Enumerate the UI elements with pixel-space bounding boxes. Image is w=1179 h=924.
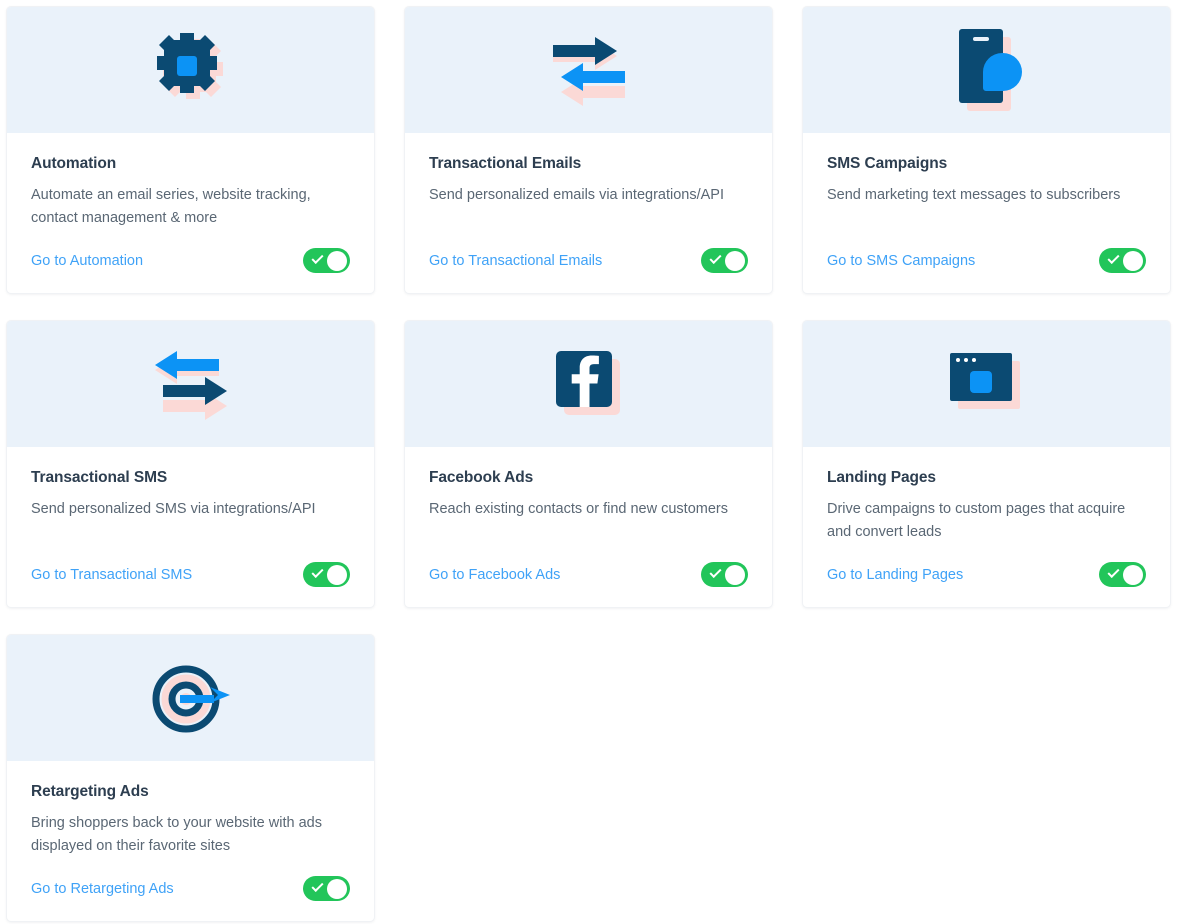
- card-footer: Go to Facebook Ads: [429, 562, 748, 587]
- card-body-sms-campaigns: SMS Campaigns Send marketing text message…: [803, 133, 1170, 293]
- card-media-landing-pages: [803, 321, 1170, 447]
- toggle-knob: [327, 564, 347, 585]
- target-dart-icon: [150, 659, 232, 737]
- card-link-transactional-sms[interactable]: Go to Transactional SMS: [31, 567, 192, 583]
- card-link-facebook-ads[interactable]: Go to Facebook Ads: [429, 567, 560, 583]
- card-media-transactional-emails: [405, 7, 772, 133]
- card-media-sms-campaigns: [803, 7, 1170, 133]
- card-link-sms-campaigns[interactable]: Go to SMS Campaigns: [827, 253, 975, 269]
- card-footer: Go to Automation: [31, 248, 350, 273]
- card-link-automation[interactable]: Go to Automation: [31, 253, 143, 269]
- arrows-exchange-icon: [546, 33, 632, 107]
- card-title: Automation: [31, 155, 117, 172]
- card-title: Facebook Ads: [429, 469, 534, 486]
- card-body-transactional-sms: Transactional SMS Send personalized SMS v…: [7, 447, 374, 607]
- feature-card-sms-campaigns: SMS Campaigns Send marketing text message…: [803, 7, 1170, 293]
- card-media-automation: [7, 7, 374, 133]
- card-footer: Go to Retargeting Ads: [31, 876, 350, 901]
- card-body-automation: Automation Automate an email series, webs…: [7, 133, 374, 293]
- card-title: Retargeting Ads: [31, 783, 149, 800]
- phone-message-icon: [951, 25, 1023, 115]
- toggle-knob: [1123, 564, 1143, 585]
- check-icon: [311, 251, 324, 265]
- card-toggle-sms-campaigns[interactable]: [1099, 248, 1146, 273]
- card-toggle-transactional-emails[interactable]: [701, 248, 748, 273]
- card-description: Automate an email series, website tracki…: [31, 187, 311, 226]
- card-link-retargeting-ads[interactable]: Go to Retargeting Ads: [31, 881, 174, 897]
- arrows-exchange-reverse-icon: [148, 347, 234, 421]
- card-description: Send marketing text messages to subscrib…: [827, 187, 1121, 203]
- card-description: Send personalized emails via integration…: [429, 187, 724, 203]
- check-icon: [709, 251, 722, 265]
- card-title: Transactional SMS: [31, 469, 168, 486]
- check-icon: [709, 565, 722, 579]
- toggle-knob: [725, 564, 745, 585]
- card-footer: Go to Transactional SMS: [31, 562, 350, 587]
- toggle-knob: [725, 250, 745, 271]
- check-icon: [1107, 565, 1120, 579]
- feature-card-retargeting-ads: Retargeting Ads Bring shoppers back to yo…: [7, 635, 374, 921]
- card-title: Landing Pages: [827, 469, 936, 486]
- card-toggle-facebook-ads[interactable]: [701, 562, 748, 587]
- card-toggle-landing-pages[interactable]: [1099, 562, 1146, 587]
- card-footer: Go to Transactional Emails: [429, 248, 748, 273]
- card-description: Reach existing contacts or find new cust…: [429, 501, 728, 517]
- browser-window-icon: [946, 349, 1028, 419]
- card-media-retargeting-ads: [7, 635, 374, 761]
- card-media-transactional-sms: [7, 321, 374, 447]
- card-footer: Go to Landing Pages: [827, 562, 1146, 587]
- card-body-retargeting-ads: Retargeting Ads Bring shoppers back to yo…: [7, 761, 374, 921]
- card-body-facebook-ads: Facebook Ads Reach existing contacts or f…: [405, 447, 772, 607]
- feature-card-transactional-emails: Transactional Emails Send personalized em…: [405, 7, 772, 293]
- toggle-knob: [1123, 250, 1143, 271]
- check-icon: [1107, 251, 1120, 265]
- check-icon: [311, 879, 324, 893]
- card-title: SMS Campaigns: [827, 155, 948, 172]
- card-body-transactional-emails: Transactional Emails Send personalized em…: [405, 133, 772, 293]
- card-description: Drive campaigns to custom pages that acq…: [827, 501, 1126, 540]
- feature-card-grid: Automation Automate an email series, webs…: [0, 0, 1179, 921]
- card-link-transactional-emails[interactable]: Go to Transactional Emails: [429, 253, 602, 269]
- gear-icon: [154, 33, 228, 107]
- card-body-landing-pages: Landing Pages Drive campaigns to custom p…: [803, 447, 1170, 607]
- feature-card-facebook-ads: Facebook Ads Reach existing contacts or f…: [405, 321, 772, 607]
- check-icon: [311, 565, 324, 579]
- card-description: Bring shoppers back to your website with…: [31, 815, 322, 854]
- card-title: Transactional Emails: [429, 155, 582, 172]
- card-toggle-automation[interactable]: [303, 248, 350, 273]
- feature-card-landing-pages: Landing Pages Drive campaigns to custom p…: [803, 321, 1170, 607]
- card-toggle-retargeting-ads[interactable]: [303, 876, 350, 901]
- toggle-knob: [327, 250, 347, 271]
- card-link-landing-pages[interactable]: Go to Landing Pages: [827, 567, 963, 583]
- card-toggle-transactional-sms[interactable]: [303, 562, 350, 587]
- card-description: Send personalized SMS via integrations/A…: [31, 501, 316, 517]
- feature-card-transactional-sms: Transactional SMS Send personalized SMS v…: [7, 321, 374, 607]
- card-footer: Go to SMS Campaigns: [827, 248, 1146, 273]
- toggle-knob: [327, 878, 347, 899]
- facebook-icon: [550, 345, 628, 423]
- feature-card-automation: Automation Automate an email series, webs…: [7, 7, 374, 293]
- card-media-facebook-ads: [405, 321, 772, 447]
